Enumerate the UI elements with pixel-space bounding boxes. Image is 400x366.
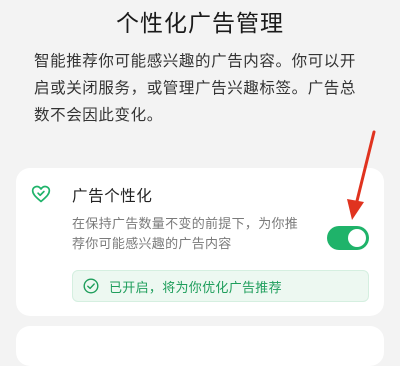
setting-description: 在保持广告数量不变的前提下，为你推荐你可能感兴趣的广告内容 xyxy=(72,217,299,252)
heart-icon xyxy=(31,185,51,203)
toggle-knob xyxy=(348,229,366,247)
page-description: 智能推荐你可能感兴趣的广告内容。你可以开启或关闭服务，或管理广告兴趣标签。广告总… xyxy=(34,52,357,124)
page-title: 个性化广告管理 xyxy=(116,11,284,37)
setting-title: 广告个性化 xyxy=(72,187,153,205)
ad-personalization-toggle[interactable] xyxy=(327,226,369,250)
check-circle-icon xyxy=(83,278,99,294)
status-text: 已开启，将为你优化广告推荐 xyxy=(109,281,282,296)
next-card xyxy=(16,326,384,366)
status-banner: 已开启，将为你优化广告推荐 xyxy=(72,270,369,302)
